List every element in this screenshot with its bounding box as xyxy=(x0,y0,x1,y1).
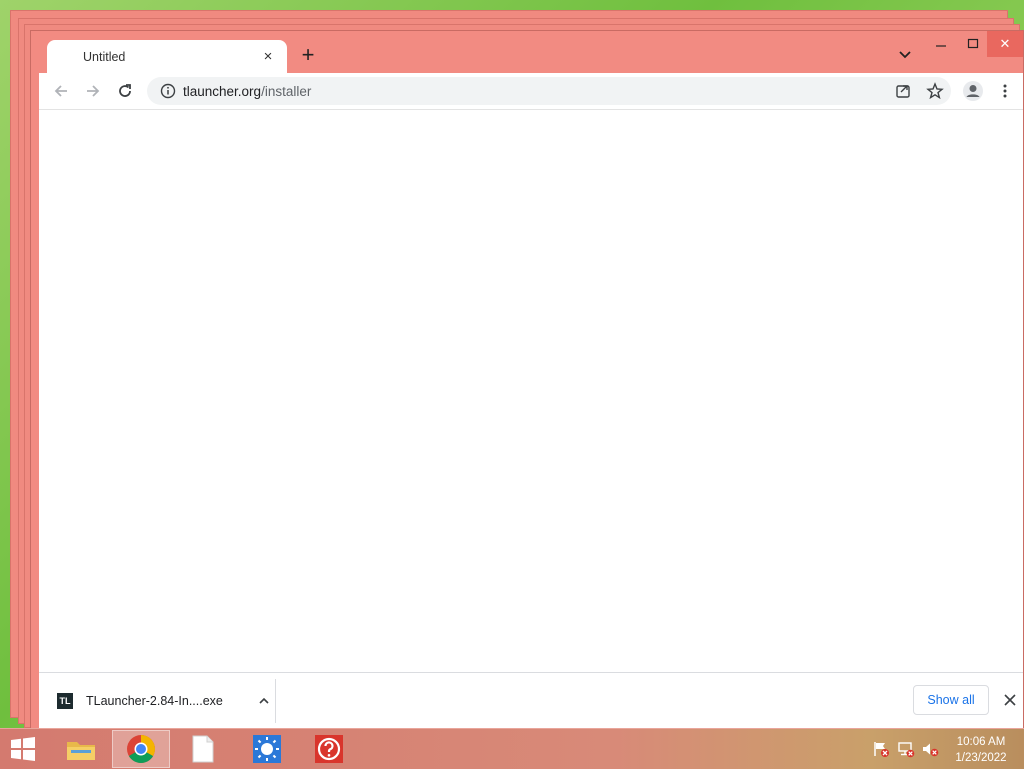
forward-button[interactable] xyxy=(81,79,105,103)
bookmark-button[interactable] xyxy=(923,79,947,103)
show-all-button[interactable]: Show all xyxy=(913,685,989,715)
profile-icon xyxy=(963,81,983,101)
tlauncher-file-icon: TL xyxy=(57,693,73,709)
start-button[interactable] xyxy=(8,736,38,762)
address-bar[interactable]: tlauncher.org/installer xyxy=(147,77,951,105)
maximize-button[interactable] xyxy=(955,31,991,57)
browser-window: Untitled × + ✕ tlauncher.org/installer T… xyxy=(30,30,1024,730)
clock-time: 10:06 AM xyxy=(956,736,1006,748)
reload-icon xyxy=(119,84,131,97)
download-bar-close-icon[interactable] xyxy=(999,689,1021,711)
download-bar: TL TLauncher-2.84-In....exe Show all xyxy=(39,672,1023,729)
new-tab-button[interactable]: + xyxy=(295,43,321,69)
taskbar-blank-document[interactable] xyxy=(174,730,232,768)
download-separator xyxy=(275,679,276,723)
taskbar-clock[interactable]: 10:06 AM 1/23/2022 xyxy=(946,734,1016,766)
windows-logo-icon xyxy=(11,737,35,761)
taskbar: 10:06 AM 1/23/2022 xyxy=(0,728,1024,769)
window-close-button[interactable]: ✕ xyxy=(987,31,1023,57)
tab-title: Untitled xyxy=(83,49,126,64)
profile-button[interactable] xyxy=(961,79,985,103)
info-icon[interactable] xyxy=(155,83,181,99)
reload-button[interactable] xyxy=(113,79,137,103)
forward-arrow-icon xyxy=(87,85,100,97)
address-host: tlauncher.org xyxy=(183,83,262,99)
tab-untitled[interactable]: Untitled × xyxy=(47,40,287,73)
chevron-up-icon[interactable] xyxy=(255,694,273,708)
minimize-button[interactable] xyxy=(923,31,959,57)
address-text[interactable]: tlauncher.org/installer xyxy=(181,84,951,99)
network-icon[interactable] xyxy=(897,740,915,758)
taskbar-file-explorer[interactable] xyxy=(52,730,110,768)
document-icon xyxy=(192,735,214,763)
star-icon xyxy=(926,82,944,100)
browser-toolbar: tlauncher.org/installer xyxy=(39,73,1023,110)
clock-date: 1/23/2022 xyxy=(955,752,1007,764)
help-icon xyxy=(315,735,343,763)
kebab-menu-icon xyxy=(1003,84,1007,98)
tab-search-chevron-icon[interactable] xyxy=(895,44,915,64)
taskbar-brightness-app[interactable] xyxy=(238,730,296,768)
taskbar-help-app[interactable] xyxy=(300,730,358,768)
title-bar[interactable]: Untitled × + ✕ xyxy=(31,31,1023,73)
volume-muted-icon[interactable] xyxy=(921,740,939,758)
chrome-icon xyxy=(127,735,155,763)
share-icon xyxy=(896,85,910,98)
menu-button[interactable] xyxy=(993,79,1017,103)
folder-icon xyxy=(67,742,95,760)
download-filename: TLauncher-2.84-In....exe xyxy=(86,694,223,708)
action-center-flag-icon[interactable] xyxy=(872,740,890,758)
back-button[interactable] xyxy=(49,79,73,103)
taskbar-chrome[interactable] xyxy=(112,730,170,768)
window-close-icon: ✕ xyxy=(999,36,1011,51)
back-arrow-icon xyxy=(54,85,67,97)
sun-icon xyxy=(253,735,281,763)
share-button[interactable] xyxy=(891,79,915,103)
page-content[interactable] xyxy=(39,110,1023,673)
address-path: /installer xyxy=(261,83,312,99)
download-item[interactable]: TL TLauncher-2.84-In....exe xyxy=(57,683,273,719)
tab-close-icon[interactable]: × xyxy=(259,48,277,65)
